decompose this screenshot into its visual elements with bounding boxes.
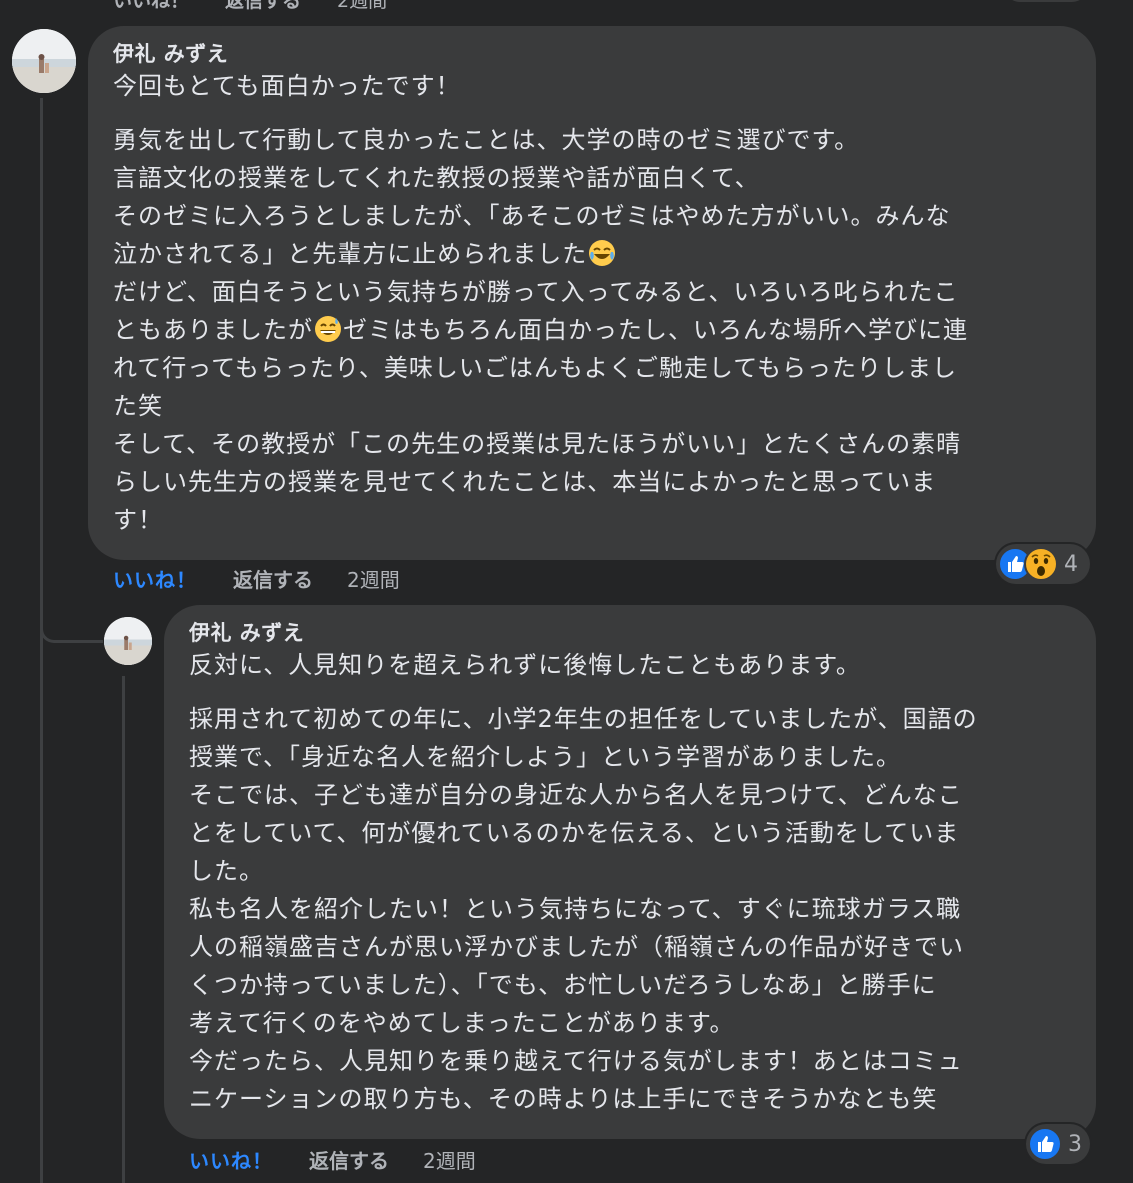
comment-text: 泣かされてる」と先輩方に止められました xyxy=(113,240,588,268)
previous-timestamp[interactable]: 2週間 xyxy=(337,0,387,12)
comment-text: た笑 xyxy=(113,392,163,420)
avatar-photo xyxy=(12,29,76,93)
comment-bubble: 伊礼 みずえ 反対に、人見知りを超えられずに後悔したこともあります。 採用されて… xyxy=(164,605,1096,1139)
reaction-summary[interactable]: 4 xyxy=(996,544,1090,584)
previous-reply-link[interactable]: 返信する xyxy=(225,0,301,12)
like-reaction-icon xyxy=(1028,1127,1062,1161)
comment-text: 今だったら、人見知りを乗り越えて行ける気がします！あとはコミュ xyxy=(189,1047,963,1075)
comment-text: くつか持っていました）、「でも、お忙しいだろうしなあ」と勝手に xyxy=(189,971,937,999)
comment-text: だけど、面白そうという気持ちが勝って入ってみると、いろいろ叱られたこ xyxy=(113,278,959,306)
comment-text: 勇気を出して行動して良かったことは、大学の時のゼミ選びです。 xyxy=(113,126,860,154)
comment-text: す！ xyxy=(113,506,163,534)
comment-text: そのゼミに入ろうとしましたが、「あそこのゼミはやめた方がいい。みんな xyxy=(113,202,951,230)
comment-text: 人の稲嶺盛吉さんが思い浮かびましたが（稲嶺さんの作品が好きでい xyxy=(189,933,964,961)
comment-text: 考えて行くのをやめてしまったことがあります。 xyxy=(189,1009,735,1037)
comment-thread: いいね！ 返信する 2週間 伊礼 みずえ 今回もとても面白かったです！ 勇気を出… xyxy=(0,0,1133,1183)
comment-text: ニケーションの取り方も、その時よりは上手にできそうかなとも笑 xyxy=(189,1085,938,1113)
like-link[interactable]: いいね！ xyxy=(113,564,197,593)
comment-actions: いいね！ 返信する 2週間 xyxy=(189,1145,476,1173)
comment-text: そして、その教授が「この先生の授業は見たほうがいい」とたくさんの素晴 xyxy=(113,430,962,458)
reaction-count: 3 xyxy=(1068,1131,1082,1157)
face-with-tears-of-joy-icon xyxy=(588,239,616,267)
reply-link[interactable]: 返信する xyxy=(309,1145,389,1174)
comment-author[interactable]: 伊礼 みずえ xyxy=(113,40,1072,68)
comment-text: 採用されて初めての年に、小学2年生の担任をしていましたが、国語の xyxy=(189,705,978,733)
wow-reaction-icon xyxy=(1024,547,1058,581)
avatar[interactable] xyxy=(12,29,76,93)
avatar[interactable] xyxy=(104,617,152,665)
comment-text: ゼミはもちろん面白かったし、いろんな場所へ学びに連 xyxy=(343,316,968,344)
comment-timestamp[interactable]: 2週間 xyxy=(423,1145,476,1174)
comment-text: 言語文化の授業をしてくれた教授の授業や話が面白くて、 xyxy=(113,164,760,192)
reply-connector xyxy=(40,580,103,643)
comment-text: した。 xyxy=(189,857,264,885)
comment-bubble: 伊礼 みずえ 今回もとても面白かったです！ 勇気を出して行動して良かったことは、… xyxy=(88,26,1096,560)
reply-link[interactable]: 返信する xyxy=(233,564,313,593)
comment-timestamp[interactable]: 2週間 xyxy=(347,564,400,593)
comment-text: とをしていて、何が優れているのかを伝える、という活動をしていま xyxy=(189,819,960,847)
comment-text: 今回もとても面白かったです！ xyxy=(113,72,461,100)
reaction-summary[interactable]: 3 xyxy=(1026,1124,1090,1164)
comment-text: ともありましたが xyxy=(113,316,313,344)
comment-author[interactable]: 伊礼 みずえ xyxy=(189,619,1072,647)
avatar-photo xyxy=(104,617,152,665)
comment-text-line: 泣かされてる」と先輩方に止められました xyxy=(113,235,1072,273)
thread-line xyxy=(40,98,43,1183)
comment-text-line: ともありましたが ゼミはもちろん面白かったし、いろんな場所へ学びに連 xyxy=(113,311,1072,349)
comment-text: 私も名人を紹介したい！という気持ちになって、すぐに琉球ガラス職 xyxy=(189,895,962,923)
previous-comment-actions: いいね！ 返信する 2週間 xyxy=(113,0,387,12)
comment-text: 授業で、「身近な名人を紹介しよう」という学習がありました。 xyxy=(189,743,902,771)
grinning-face-with-sweat-icon xyxy=(314,315,342,343)
comment-text: そこでは、子ども達が自分の身近な人から名人を見つけて、どんなこ xyxy=(189,781,963,809)
reaction-count: 4 xyxy=(1064,551,1078,577)
comment-text: 反対に、人見知りを超えられずに後悔したこともあります。 xyxy=(189,651,861,679)
reply-thread-line xyxy=(122,676,125,1183)
comment-text: らしい先生方の授業を見せてくれたことは、本当によかったと思っていま xyxy=(113,468,937,496)
previous-like-link[interactable]: いいね！ xyxy=(113,0,189,12)
comment-actions: いいね！ 返信する 2週間 xyxy=(113,564,400,592)
previous-reaction-pill xyxy=(1004,0,1088,2)
like-link[interactable]: いいね！ xyxy=(189,1145,273,1174)
comment-text: れて行ってもらったり、美味しいごはんもよくご馳走してもらったりしまし xyxy=(113,354,957,382)
